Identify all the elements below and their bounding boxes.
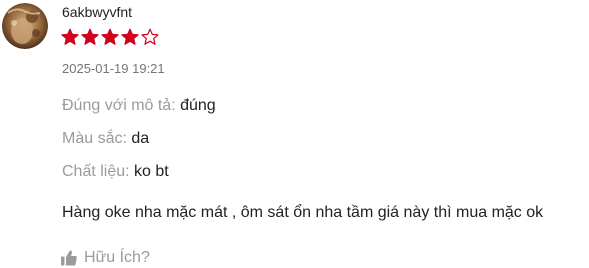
helpful-label: Hữu Ích? — [84, 249, 150, 266]
attribute-label: Chất liệu: — [62, 163, 130, 180]
attribute-description-match: Đúng với mô tả: đúng — [62, 96, 216, 116]
attribute-value: da — [131, 130, 150, 147]
rating-stars — [61, 28, 159, 48]
reviewer-username[interactable]: 6akbwyvfnt — [62, 4, 132, 20]
attribute-material: Chất liệu: ko bt — [62, 162, 169, 182]
attribute-label: Màu sắc: — [62, 130, 127, 147]
star-filled-icon — [101, 28, 119, 45]
thumbs-up-icon — [61, 250, 77, 266]
attribute-label: Đúng với mô tả: — [62, 97, 176, 114]
review-comment: Hàng oke nha mặc mát , ôm sát ổn nha tầm… — [62, 204, 544, 221]
attribute-color: Màu sắc: da — [62, 129, 149, 149]
star-outline-icon — [141, 28, 159, 45]
star-filled-icon — [121, 28, 139, 45]
attribute-value: ko bt — [134, 163, 169, 180]
star-filled-icon — [81, 28, 99, 45]
avatar[interactable] — [2, 3, 48, 49]
helpful-button[interactable]: Hữu Ích? — [60, 248, 150, 268]
star-filled-icon — [61, 28, 79, 45]
product-review: 6akbwyvfnt 2025-01-19 19:21 Đúng với mô … — [0, 0, 589, 266]
attribute-value: đúng — [180, 97, 216, 114]
review-timestamp: 2025-01-19 19:21 — [62, 61, 165, 76]
